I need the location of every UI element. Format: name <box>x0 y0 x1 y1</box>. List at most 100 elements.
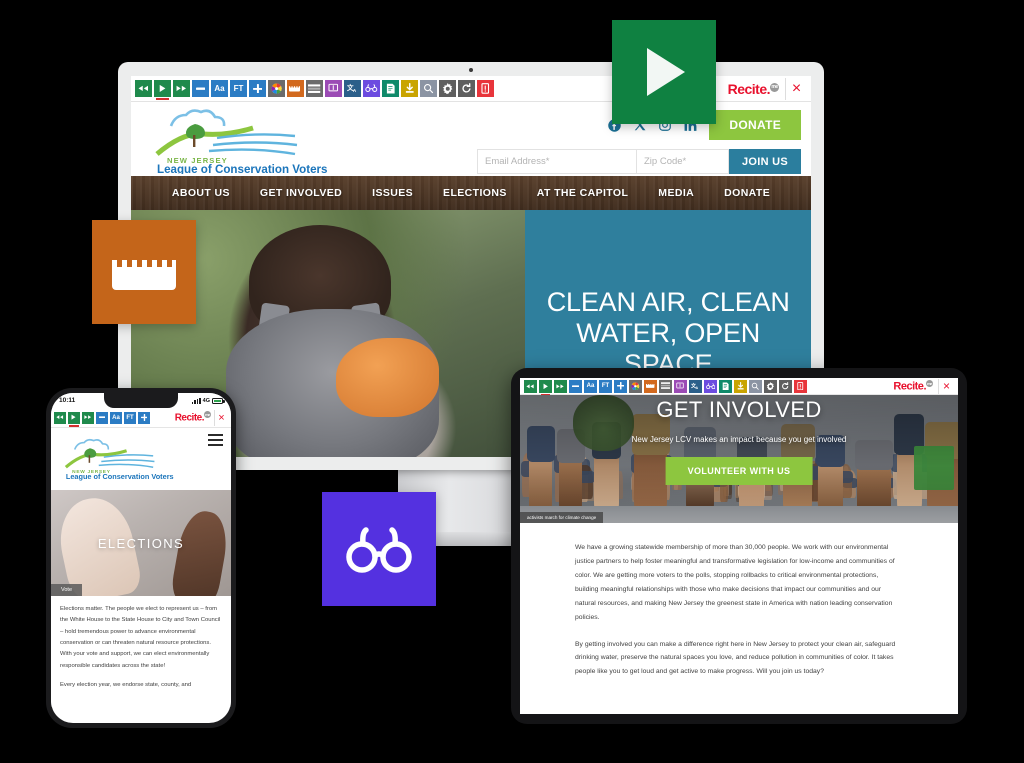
dictionary-button[interactable] <box>325 80 342 97</box>
signal-icon <box>192 398 201 404</box>
decrease-text-button[interactable] <box>192 80 209 97</box>
download-audio-button[interactable] <box>401 80 418 97</box>
ruler-button[interactable] <box>644 380 657 393</box>
tile-play[interactable] <box>612 20 716 124</box>
site-navigation[interactable]: ABOUT US GET INVOLVED ISSUES ELECTIONS A… <box>131 176 811 210</box>
rewind-button[interactable] <box>54 412 66 424</box>
font-type-button[interactable]: FT <box>230 80 247 97</box>
recite-logo: Recite.me <box>175 411 211 423</box>
nav-item-donate[interactable]: DONATE <box>724 187 770 199</box>
njlcv-logo[interactable]: NEW JERSEY League of Conservation Voters <box>57 437 181 481</box>
tablet-hero-subtitle: New Jersey LCV makes an impact because y… <box>520 435 958 444</box>
fast-forward-button[interactable] <box>82 412 94 424</box>
settings-button[interactable] <box>764 380 777 393</box>
help-button[interactable] <box>794 380 807 393</box>
tile-ruler[interactable] <box>92 220 196 324</box>
recite-wordmark: Recite <box>893 380 923 392</box>
help-button[interactable] <box>477 80 494 97</box>
recite-toolbar-tablet[interactable]: Aa FT 文 A Recite.me × <box>520 378 958 395</box>
active-button-underline <box>69 425 78 427</box>
reset-button[interactable] <box>779 380 792 393</box>
color-theme-button[interactable] <box>629 380 642 393</box>
tile-glasses[interactable] <box>322 492 436 606</box>
magnifier-glasses-button[interactable] <box>704 380 717 393</box>
svg-text:A: A <box>353 88 357 93</box>
close-toolbar-button[interactable]: × <box>214 410 228 426</box>
zip-field[interactable]: Zip Code* <box>637 149 729 174</box>
magnifier-button[interactable] <box>420 80 437 97</box>
email-field[interactable]: Email Address* <box>477 149 637 174</box>
phone-hero: ELECTIONS Vote <box>51 490 231 596</box>
reset-button[interactable] <box>458 80 475 97</box>
volunteer-with-us-button[interactable]: VOLUNTEER WITH US <box>666 457 813 485</box>
download-audio-button[interactable] <box>734 380 747 393</box>
increase-text-button[interactable] <box>614 380 627 393</box>
close-toolbar-button[interactable]: × <box>938 379 954 394</box>
recite-wordmark: Recite <box>175 413 202 424</box>
toolbar-icon-group[interactable]: Aa FT <box>54 412 150 424</box>
hero-headline: CLEAN AIR, CLEAN WATER, OPEN SPACE <box>539 287 797 381</box>
decrease-text-button[interactable] <box>569 380 582 393</box>
nav-item-media[interactable]: MEDIA <box>658 187 694 199</box>
magnifier-glasses-button[interactable] <box>363 80 380 97</box>
increase-text-button[interactable] <box>249 80 266 97</box>
svg-text:League of Conservation Voters: League of Conservation Voters <box>157 163 328 174</box>
translate-button[interactable]: 文A <box>344 80 361 97</box>
recite-me-bubble: me <box>926 380 933 387</box>
recite-me-bubble: me <box>770 83 779 92</box>
plain-text-button[interactable] <box>719 380 732 393</box>
glasses-icon <box>343 521 415 577</box>
hamburger-menu-icon[interactable] <box>208 434 223 449</box>
screen-mask-button[interactable] <box>659 380 672 393</box>
recite-toolbar-phone[interactable]: Aa FT Recite.me × <box>51 408 231 428</box>
tablet-hero: GET INVOLVED New Jersey LCV makes an imp… <box>520 395 958 523</box>
increase-text-button[interactable] <box>138 412 150 424</box>
phone-site-header: NEW JERSEY League of Conservation Voters <box>51 428 231 490</box>
close-toolbar-button[interactable]: × <box>785 78 807 100</box>
phone-paragraph: Every election year, we endorse state, c… <box>60 680 222 691</box>
font-type-button[interactable]: FT <box>124 412 136 424</box>
font-type-button[interactable]: FT <box>599 380 612 393</box>
active-button-underline <box>156 98 169 100</box>
njlcv-logo[interactable]: NEW JERSEY League of Conservation Voters <box>143 108 339 174</box>
donate-button-desktop[interactable]: DONATE <box>709 110 801 140</box>
font-style-button[interactable]: Aa <box>110 412 122 424</box>
play-button[interactable] <box>154 80 171 97</box>
nav-item-issues[interactable]: ISSUES <box>372 187 413 199</box>
join-us-button[interactable]: JOIN US <box>729 149 801 174</box>
nav-item-elections[interactable]: ELECTIONS <box>443 187 507 199</box>
hero-headline-line1: CLEAN AIR, CLEAN <box>539 287 797 318</box>
translate-button[interactable]: 文A <box>689 380 702 393</box>
nav-item-at-the-capitol[interactable]: AT THE CAPITOL <box>537 187 629 199</box>
play-button[interactable] <box>68 412 80 424</box>
color-theme-button[interactable] <box>268 80 285 97</box>
fast-forward-button[interactable] <box>554 380 567 393</box>
toolbar-icon-group[interactable]: Aa FT 文 A <box>524 380 807 393</box>
phone-network-label: 4G <box>203 398 210 404</box>
tablet-mockup: Aa FT 文 A Recite.me × GET INVOLVED New Jers… <box>511 368 967 724</box>
font-style-button[interactable]: Aa <box>584 380 597 393</box>
battery-icon <box>212 398 223 404</box>
screen-mask-button[interactable] <box>306 80 323 97</box>
signup-form[interactable]: Email Address* Zip Code* JOIN US <box>477 149 801 174</box>
toolbar-icon-group[interactable]: Aa FT 文 A <box>135 80 494 97</box>
phone-mockup: 10:11 4G Aa FT Recite.me × NEW JERSEY Le… <box>46 388 236 728</box>
play-button[interactable] <box>539 380 552 393</box>
hero-photo-backpack-accent <box>336 338 439 417</box>
nav-item-get-involved[interactable]: GET INVOLVED <box>260 187 342 199</box>
plain-text-button[interactable] <box>382 80 399 97</box>
decrease-text-button[interactable] <box>96 412 108 424</box>
ruler-button[interactable] <box>287 80 304 97</box>
tablet-hero-caption: activists march for climate change <box>520 512 603 523</box>
dictionary-button[interactable] <box>674 380 687 393</box>
phone-body-content: Elections matter. The people we elect to… <box>51 596 231 707</box>
magnifier-button[interactable] <box>749 380 762 393</box>
fast-forward-button[interactable] <box>173 80 190 97</box>
recite-logo: Recite.me <box>893 380 933 393</box>
rewind-button[interactable] <box>135 80 152 97</box>
settings-button[interactable] <box>439 80 456 97</box>
rewind-button[interactable] <box>524 380 537 393</box>
phone-hero-title: ELECTIONS <box>51 490 231 596</box>
nav-item-about-us[interactable]: ABOUT US <box>172 187 230 199</box>
font-style-button[interactable]: Aa <box>211 80 228 97</box>
